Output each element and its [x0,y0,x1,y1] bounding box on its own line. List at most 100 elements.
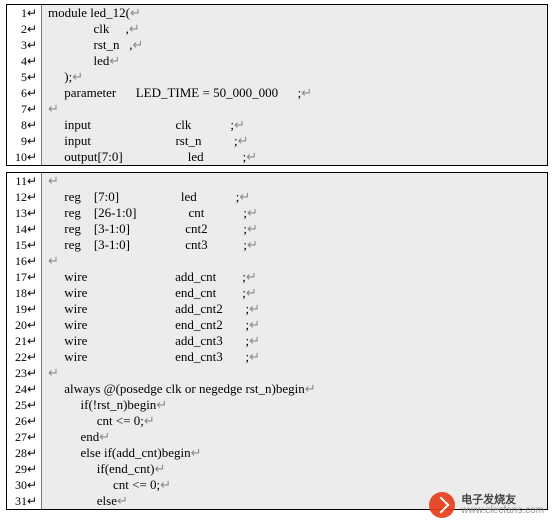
return-icon: ↵ [249,317,260,332]
code-line: wire add_cnt ;↵ [42,269,547,285]
code-text: wire add_cnt2 ; [48,301,249,316]
code-line: );↵ [42,69,547,85]
watermark: 电子发烧友 www.elecfans.com [429,492,544,518]
code-text: else [48,493,117,508]
return-icon: ↵ [48,365,59,380]
return-icon: ↵ [246,149,257,164]
code-row: 23↵ ↵ [7,365,547,381]
code-text: if(end_cnt) [48,461,155,476]
code-line: parameter LED_TIME = 50_000_000 ;↵ [42,85,547,101]
code-line: reg [3-1:0] cnt3 ;↵ [42,237,547,253]
code-row: 2↵ clk ,↵ [7,21,547,37]
code-row: 29↵ if(end_cnt)↵ [7,461,547,477]
code-text: rst_n , [48,37,133,52]
code-row: 7↵↵ [7,101,547,117]
code-row: 15↵ reg [3-1:0] cnt3 ;↵ [7,237,547,253]
code-text: wire end_cnt2 ; [48,317,249,332]
code-text: clk , [48,21,129,36]
line-number: 5↵ [7,69,42,85]
code-line: reg [26-1:0] cnt ;↵ [42,205,547,221]
code-row: 25↵ if(!rst_n)begin↵ [7,397,547,413]
return-icon: ↵ [246,269,257,284]
code-row: 26↵ cnt <= 0;↵ [7,413,547,429]
code-text: input clk ; [48,117,234,132]
code-text: reg [26-1:0] cnt ; [48,205,247,220]
line-number: 30↵ [7,477,42,493]
code-line: wire end_cnt ;↵ [42,285,547,301]
code-row: 28↵ else if(add_cnt)begin↵ [7,445,547,461]
code-text: led [48,53,109,68]
code-line: always @(posedge clk or negedge rst_n)be… [42,381,547,397]
return-icon: ↵ [234,117,245,132]
code-row: 17↵ wire add_cnt ;↵ [7,269,547,285]
code-text: reg [3-1:0] cnt3 ; [48,237,247,252]
code-text: wire add_cnt ; [48,269,246,284]
return-icon: ↵ [99,429,110,444]
code-line: ↵ [42,173,547,189]
code-row: 19↵ wire add_cnt2 ;↵ [7,301,547,317]
return-icon: ↵ [144,413,155,428]
code-line: reg [3-1:0] cnt2 ;↵ [42,221,547,237]
line-number: 8↵ [7,117,42,133]
code-row: 14↵ reg [3-1:0] cnt2 ;↵ [7,221,547,237]
code-line: end↵ [42,429,547,445]
line-number: 15↵ [7,237,42,253]
return-icon: ↵ [156,397,167,412]
code-line: cnt <= 0;↵ [42,413,547,429]
code-row: 3↵ rst_n ,↵ [7,37,547,53]
code-text: cnt <= 0; [48,477,160,492]
line-number: 22↵ [7,349,42,365]
return-icon: ↵ [117,493,128,508]
return-icon: ↵ [238,133,249,148]
code-line: module led_12(↵ [42,5,547,21]
code-line: else if(add_cnt)begin↵ [42,445,547,461]
code-row: 12↵ reg [7:0] led ;↵ [7,189,547,205]
return-icon: ↵ [249,349,260,364]
code-line: input clk ;↵ [42,117,547,133]
code-line: rst_n ,↵ [42,37,547,53]
code-text: output[7:0] led ; [48,149,246,164]
code-screenshot: 1↵module led_12(↵2↵ clk ,↵3↵ rst_n ,↵4↵ … [0,0,554,522]
code-row: 8↵ input clk ;↵ [7,117,547,133]
return-icon: ↵ [133,37,144,52]
line-number: 14↵ [7,221,42,237]
code-text: reg [3-1:0] cnt2 ; [48,221,247,236]
line-number: 23↵ [7,365,42,381]
code-line: input rst_n ;↵ [42,133,547,149]
code-line: reg [7:0] led ;↵ [42,189,547,205]
code-row: 30↵ cnt <= 0;↵ [7,477,547,493]
code-text: wire end_cnt ; [48,285,246,300]
return-icon: ↵ [129,21,140,36]
line-number: 18↵ [7,285,42,301]
return-icon: ↵ [249,301,260,316]
line-number: 27↵ [7,429,42,445]
return-icon: ↵ [247,237,258,252]
code-row: 16↵↵ [7,253,547,269]
return-icon: ↵ [246,285,257,300]
watermark-text: 电子发烧友 www.elecfans.com [461,495,544,516]
return-icon: ↵ [239,189,250,204]
code-row: 11↵↵ [7,173,547,189]
return-icon: ↵ [301,85,312,100]
line-number: 4↵ [7,53,42,69]
code-line: ↵ [42,365,547,381]
line-number: 12↵ [7,189,42,205]
return-icon: ↵ [155,461,166,476]
line-number: 25↵ [7,397,42,413]
code-text: wire add_cnt3 ; [48,333,249,348]
code-text: reg [7:0] led ; [48,189,239,204]
code-text: input rst_n ; [48,133,238,148]
code-text: cnt <= 0; [48,413,144,428]
code-text: end [48,429,99,444]
code-row: 4↵ led↵ [7,53,547,69]
code-line: clk ,↵ [42,21,547,37]
code-line: wire end_cnt2 ;↵ [42,317,547,333]
code-text: wire end_cnt3 ; [48,349,249,364]
watermark-url: www.elecfans.com [461,506,544,516]
code-text: always @(posedge clk or negedge rst_n)be… [48,381,305,396]
return-icon: ↵ [109,53,120,68]
code-row: 9↵ input rst_n ;↵ [7,133,547,149]
code-line: wire end_cnt3 ;↵ [42,349,547,365]
code-row: 1↵module led_12(↵ [7,5,547,21]
code-line: wire add_cnt2 ;↵ [42,301,547,317]
